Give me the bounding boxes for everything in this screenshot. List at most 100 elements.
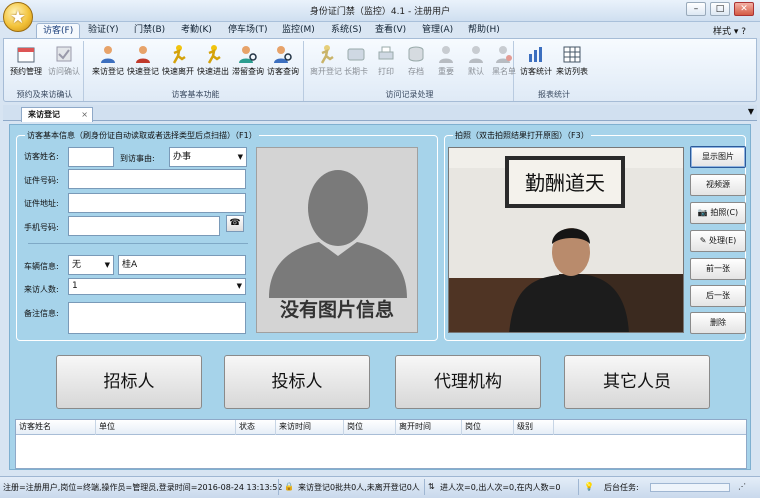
table-icon <box>563 46 581 63</box>
column-header[interactable]: 单位 <box>96 420 236 435</box>
camera-preview[interactable]: 勤酬道天 <box>448 147 684 333</box>
tab-system[interactable]: 系统(S) <box>325 23 368 38</box>
register-visit-button[interactable]: 来访登记 <box>90 43 126 81</box>
count-label: 来访人数: <box>24 285 59 294</box>
ribbon: 预约管理 访问确认 预约及来访确认 来访登记 快速登记 快速离开 快速进出 滞留… <box>3 38 757 102</box>
minimize-button[interactable]: – <box>686 2 706 16</box>
count-select[interactable]: 1 <box>68 278 246 295</box>
delete-button[interactable]: 删除 <box>690 312 746 334</box>
confirm-icon <box>56 46 72 62</box>
close-window-button[interactable]: ✕ <box>734 2 754 16</box>
visitor-table: 访客姓名 单位 状态 来访时间 岗位 离开时间 岗位 级别 <box>15 419 747 469</box>
reason-select[interactable]: 办事 <box>169 147 247 167</box>
show-image-button[interactable]: 显示图片 <box>690 146 746 168</box>
runner-icon <box>207 45 221 64</box>
plate-input[interactable]: 桂A <box>118 255 246 275</box>
person-search-icon <box>239 46 257 63</box>
address-input[interactable] <box>68 193 246 213</box>
tab-view[interactable]: 查看(V) <box>369 23 412 38</box>
phone-label: 手机号码: <box>24 223 59 232</box>
confirm-visit-button[interactable]: 访问确认 <box>46 43 82 81</box>
runner-icon <box>320 45 334 64</box>
quick-leave-button[interactable]: 快速离开 <box>160 43 196 81</box>
group-reservation: 预约管理 访问确认 预约及来访确认 <box>6 41 84 101</box>
status-tasks: 后台任务: <box>604 483 639 492</box>
printer-icon <box>378 46 394 60</box>
tab-manage[interactable]: 管理(A) <box>416 23 459 38</box>
visit-register-panel: 访客基本信息（刷身份证自动读取或者选择类型后点扫描）（F1） 访客姓名: 到访事… <box>9 124 751 470</box>
visitor-stats-button[interactable]: 访客统计 <box>518 43 554 81</box>
tab-help[interactable]: 帮助(H) <box>462 23 506 38</box>
category-tenderer-button[interactable]: 招标人 <box>56 355 202 409</box>
group-label: 预约及来访确认 <box>16 90 73 99</box>
group-reports: 访客统计 来访列表 报表统计 <box>516 41 592 101</box>
tab-monitor[interactable]: 监控(M) <box>276 23 321 38</box>
quick-in-out-button[interactable]: 快速进出 <box>195 43 231 81</box>
id-photo-placeholder: 没有图片信息 <box>256 147 418 333</box>
process-button[interactable]: ✎ 处理(E) <box>690 230 746 252</box>
name-input[interactable] <box>68 147 114 167</box>
camera-icon: 📷 <box>697 208 708 217</box>
id-label: 证件号码: <box>24 176 59 185</box>
video-source-button[interactable]: 视频源 <box>690 174 746 196</box>
tab-list-dropdown[interactable]: ▼ <box>748 107 754 116</box>
visit-list-button[interactable]: 来访列表 <box>554 43 590 81</box>
vehicle-select[interactable]: 无 <box>68 255 114 275</box>
category-other-button[interactable]: 其它人员 <box>564 355 710 409</box>
phone-input[interactable] <box>68 216 220 236</box>
tab-door[interactable]: 门禁(B) <box>128 23 171 38</box>
group-label: 访问记录处理 <box>385 90 434 99</box>
column-header[interactable]: 访客姓名 <box>16 420 96 435</box>
previous-button[interactable]: 前一张 <box>690 258 746 280</box>
star-icon: ★ <box>9 6 27 28</box>
status-divider <box>578 479 579 495</box>
capture-button[interactable]: 📷 拍照(C) <box>690 202 746 224</box>
status-visits: 来访登记0批共0人,未离开登记0人 <box>298 483 420 492</box>
group-label: 访客基本功能 <box>171 90 220 99</box>
visitor-info-legend: 访客基本信息（刷身份证自动读取或者选择类型后点扫描）（F1） <box>25 130 259 141</box>
grip-icon: ⋰ <box>738 482 746 491</box>
task-progress-bar <box>650 483 730 492</box>
column-header[interactable]: 来访时间 <box>276 420 344 435</box>
tab-visit-register[interactable]: 来访登记 × <box>21 107 93 122</box>
phone-button[interactable]: ☎ <box>226 215 244 232</box>
style-menu[interactable]: 样式 ▾ ? <box>713 24 746 37</box>
category-agency-button[interactable]: 代理机构 <box>395 355 541 409</box>
remark-input[interactable] <box>68 302 246 334</box>
person-icon <box>439 46 453 63</box>
maximize-button[interactable]: □ <box>710 2 730 16</box>
calendar-icon <box>17 47 35 63</box>
app-menu-button[interactable]: ★ <box>3 2 33 32</box>
column-header[interactable]: 状态 <box>236 420 276 435</box>
next-button[interactable]: 后一张 <box>690 285 746 307</box>
status-divider <box>278 479 279 495</box>
runner-icon <box>172 45 186 64</box>
tab-parking[interactable]: 停车场(T) <box>222 23 274 38</box>
window-title: 身份证门禁（监控）4.1 - 注册用户 <box>309 7 451 17</box>
person-icon <box>469 46 483 63</box>
column-header[interactable]: 岗位 <box>344 420 396 435</box>
name-label: 访客姓名: <box>24 152 59 161</box>
title-bar: 身份证门禁（监控）4.1 - 注册用户 – □ ✕ <box>0 0 760 22</box>
group-records: 离开登记 长期卡 打印 存档 重要 默认 黑名单 访问记录处理 <box>306 41 516 101</box>
reservation-button[interactable]: 预约管理 <box>8 43 44 81</box>
ribbon-tabs: 访客(F) 验证(Y) 门禁(B) 考勤(K) 停车场(T) 监控(M) 系统(… <box>0 22 760 38</box>
quick-register-button[interactable]: 快速登记 <box>125 43 161 81</box>
status-user: 注册=注册用户,岗位=终端,操作员=管理员,登录时间=2016-08-24 13… <box>3 483 283 492</box>
tab-visitor[interactable]: 访客(F) <box>36 23 81 38</box>
column-header[interactable]: 级别 <box>514 420 554 435</box>
column-header[interactable]: 离开时间 <box>396 420 462 435</box>
id-number-input[interactable] <box>68 169 246 189</box>
stay-query-button[interactable]: 滞留查询 <box>230 43 266 81</box>
tab-attendance[interactable]: 考勤(K) <box>175 23 218 38</box>
close-tab-icon[interactable]: × <box>81 108 88 121</box>
tab-verify[interactable]: 验证(Y) <box>82 23 125 38</box>
visitor-query-button[interactable]: 访客查询 <box>265 43 301 81</box>
column-header[interactable]: 岗位 <box>462 420 514 435</box>
person-search-icon <box>274 46 292 63</box>
table-header: 访客姓名 单位 状态 来访时间 岗位 离开时间 岗位 级别 <box>16 420 746 435</box>
card-icon <box>347 48 365 61</box>
calligraphy-text: 勤酬道天 <box>525 171 605 195</box>
chart-icon <box>529 47 542 62</box>
category-bidder-button[interactable]: 投标人 <box>224 355 370 409</box>
